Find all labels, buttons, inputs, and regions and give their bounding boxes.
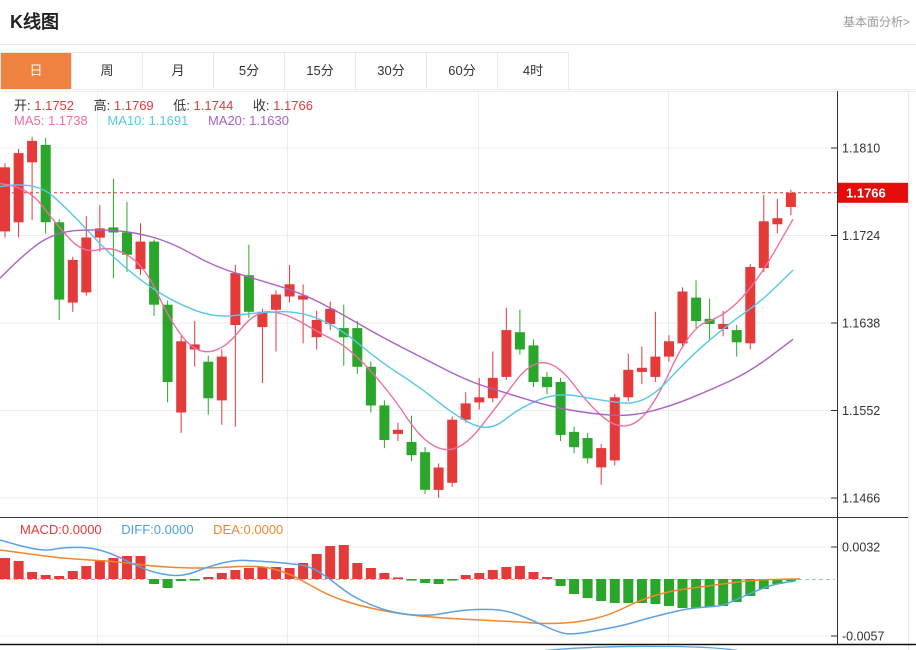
ma5-line: [0, 184, 793, 450]
svg-text:-0.0057: -0.0057: [842, 630, 884, 644]
ma10-label: MA10:: [107, 113, 145, 128]
candles-layer: [0, 137, 796, 498]
ma-legend: MA5: 1.1738 MA10: 1.1691 MA20: 1.1630: [14, 113, 305, 128]
price-axis-labels: 1.1810 1.1724 1.1638 1.1552 1.1466 0.0032 -0.0…: [831, 142, 884, 644]
low-label: 低:: [173, 98, 190, 113]
ma20-value: 1.1630: [249, 113, 289, 128]
next-panel-preview: [545, 646, 738, 650]
svg-text:1.1810: 1.1810: [842, 142, 880, 156]
close-value: 1.1766: [273, 98, 313, 113]
kline-app: K线图 基本面分析> 日 周 月 5分 15分 30分 60分 4时 开: 1.…: [0, 0, 916, 650]
diff-label: DIFF:: [121, 522, 154, 537]
macd-value: 0.0000: [62, 522, 102, 537]
ma5-value: 1.1738: [48, 113, 88, 128]
svg-text:1.1724: 1.1724: [842, 229, 880, 243]
macd-label: MACD:: [20, 522, 62, 537]
high-value: 1.1769: [114, 98, 154, 113]
macd-legend: MACD:0.0000 DIFF:0.0000 DEA:0.0000: [20, 522, 299, 537]
low-value: 1.1744: [194, 98, 234, 113]
svg-text:1.1638: 1.1638: [842, 317, 880, 331]
ohlc-legend: 开: 1.1752 高: 1.1769 低: 1.1744 收: 1.1766: [14, 95, 329, 114]
diff-line: [0, 540, 795, 634]
macd-histogram: [0, 545, 796, 608]
svg-text:1.1466: 1.1466: [842, 492, 880, 506]
ma10-line: [0, 185, 793, 427]
close-label: 收:: [253, 98, 270, 113]
dea-value: 0.0000: [244, 522, 284, 537]
dea-label: DEA:: [213, 522, 243, 537]
current-price-tag: 1.1766: [838, 183, 908, 203]
diff-value: 0.0000: [154, 522, 194, 537]
svg-text:1.1552: 1.1552: [842, 404, 880, 418]
open-value: 1.1752: [34, 98, 74, 113]
ma5-label: MA5:: [14, 113, 44, 128]
high-label: 高:: [94, 98, 111, 113]
svg-text:0.0032: 0.0032: [842, 541, 880, 555]
ma20-label: MA20:: [208, 113, 246, 128]
open-label: 开:: [14, 98, 31, 113]
ma10-value: 1.1691: [149, 113, 189, 128]
svg-text:1.1766: 1.1766: [846, 185, 886, 200]
